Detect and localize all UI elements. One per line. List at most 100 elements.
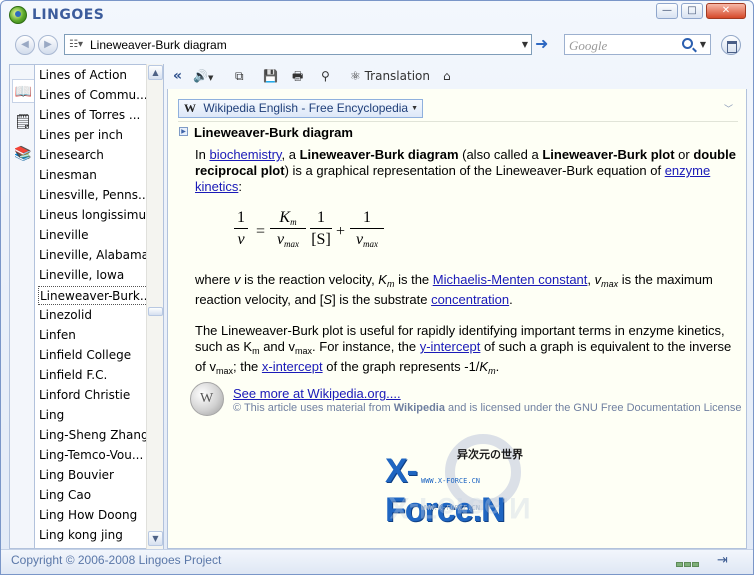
term-bold: Lineweaver-Burk plot [542,147,675,162]
copy-icon[interactable]: ⧉ [235,67,244,85]
translation-button[interactable]: ⚛ Translation [350,67,430,85]
word-list-item[interactable]: Linesman [38,166,148,185]
word-input-value[interactable]: Lineweaver-Burk diagram [90,38,227,52]
speaker-icon[interactable]: 🔊▼ [193,67,213,85]
entry-title: Lineweaver-Burk diagram [194,125,353,140]
word-list-scrollbar[interactable]: ▲ ▼ [146,64,163,549]
see-more-link[interactable]: See more at Wikipedia.org.... [233,386,401,401]
word-list-item[interactable]: Linfield F.C. [38,366,148,385]
link-biochemistry[interactable]: biochemistry [209,147,281,162]
scroll-down-arrow-icon[interactable]: ▼ [148,531,163,546]
collapse-sidebar-button[interactable]: « [173,67,182,85]
word-list-item[interactable]: Lineville, Iowa [38,266,148,285]
search-dropdown-icon[interactable]: ▼ [700,40,706,49]
minimize-button[interactable]: — [656,3,678,19]
var: S [323,292,333,307]
fraction-one-over-vmax: 1 vmax [350,209,384,249]
word-list-item[interactable]: Ling [38,406,148,425]
dictionary-book-icon[interactable]: 📖 [12,79,34,103]
print-icon[interactable]: 🖶 [292,67,303,85]
word-list-item[interactable]: Ling-Sheng Zhang [38,426,148,445]
find-icon[interactable]: ⚲ [321,67,330,85]
pin-icon[interactable]: ⇥ [717,553,728,568]
word-list-item[interactable]: Ling-Temco-Vou... [38,446,148,465]
subscript: m [252,346,260,356]
denominator: vmax [350,229,384,249]
status-indicator-icon[interactable] [676,556,706,567]
content-toolbar: « 🔊▼ ⧉ 💾 🖶 ⚲ ⚛ Translation ⌂ [167,64,747,88]
search-icon[interactable] [682,38,693,49]
word-list-item[interactable]: Linfen [38,326,148,345]
word-list-item[interactable]: Lineweaver-Burk... [38,286,148,305]
word-list-item[interactable]: Lineville, Alabama [38,246,148,265]
word-list-item[interactable]: Lines per inch [38,126,148,145]
term-bold: Lineweaver-Burk diagram [299,147,459,162]
denominator: v [237,231,245,248]
title-bar[interactable]: LINGOES — □ ✕ [1,1,753,29]
save-icon[interactable]: 💾 [263,67,278,85]
word-list-item[interactable]: Ling Bouvier [38,466,148,485]
plus-sign: + [336,223,346,240]
lingoes-logo-icon [9,6,27,24]
dropdown-arrow-icon[interactable]: ▼ [522,40,528,49]
source-dropdown-icon[interactable]: ▼ [411,100,418,117]
word-list-item[interactable]: Ling kong jing [38,526,148,545]
km-symbol: K [279,209,291,226]
scroll-up-arrow-icon[interactable]: ▲ [148,65,163,80]
word-list-item[interactable]: Linezolid [38,306,148,325]
fraction-one-over-s: 1 [S] [310,209,332,249]
numerator: 1 [350,209,384,229]
copyright-text: Copyright © 2006-2008 Lingoes Project [11,553,222,567]
text: where [195,272,235,287]
text: and is licensed under the GNU Free Docum… [444,402,742,414]
divider [178,121,738,122]
maximize-button[interactable]: □ [681,3,703,19]
numerator: Km [270,209,306,229]
home-icon[interactable]: ⌂ [443,67,451,85]
dictionary-content: W Wikipedia English - Free Encyclopedia … [167,89,747,549]
search-box[interactable]: Google ▼ [564,34,711,55]
link-y-intercept[interactable]: y-intercept [420,339,481,354]
word-list-item[interactable]: Linfield College [38,346,148,365]
forward-button[interactable]: ▶ [38,35,58,55]
word-list-item[interactable]: Lineville [38,226,148,245]
word-list-item[interactable]: Ling How Doong [38,506,148,525]
word-list-item[interactable]: Linesville, Penns... [38,186,148,205]
back-button[interactable]: ◀ [15,35,35,55]
text: ] is the substrate [332,292,432,307]
vmax-symbol: v [355,231,364,248]
link-michaelis-menten-constant[interactable]: Michaelis-Menten constant [433,272,588,287]
link-concentration[interactable]: concentration [431,292,509,307]
subscript: m [488,366,496,376]
notes-icon[interactable]: 📚 [12,142,34,166]
dictionary-source-selector[interactable]: W Wikipedia English - Free Encyclopedia … [178,99,423,118]
main-menu-button[interactable] [721,35,741,55]
word-list-item[interactable]: Lines of Commu... [38,86,148,105]
definition-paragraph-2: where v is the reaction velocity, Km is … [195,272,741,308]
word-list-item[interactable]: Lines of Action [38,66,148,85]
link-x-intercept[interactable]: x-intercept [262,359,323,374]
word-list-item[interactable]: Linesearch [38,146,148,165]
subscript: max [601,279,619,289]
collapse-chevron-icon[interactable]: ﹀ [724,102,733,115]
word-list-item[interactable]: Linford Christie [38,386,148,405]
translate-text-icon[interactable]: 🗒 [12,110,34,134]
var: K [479,359,489,374]
entry-bullet-icon[interactable]: ▶ [179,127,188,136]
equals-sign: = [256,223,266,240]
close-button[interactable]: ✕ [706,3,746,19]
scroll-thumb[interactable] [148,307,163,316]
text: . For instance, the [312,339,420,354]
word-list: Lines of Action Lines of Commu... Lines of… [34,64,164,549]
text: : [238,179,242,194]
search-placeholder[interactable]: Google [569,38,607,54]
word-list-item[interactable]: Lineus longissimus [38,206,148,225]
denominator: [S] [311,231,331,248]
word-input[interactable]: ☷▾ Lineweaver-Burk diagram ▼ [64,34,532,55]
wikipedia-globe-icon [190,382,224,416]
numerator: 1 [234,209,248,229]
text: . [509,292,513,307]
word-list-item[interactable]: Lines of Torres ... [38,106,148,125]
go-arrow-icon[interactable]: ➜ [535,36,553,54]
word-list-item[interactable]: Ling Cao [38,486,148,505]
